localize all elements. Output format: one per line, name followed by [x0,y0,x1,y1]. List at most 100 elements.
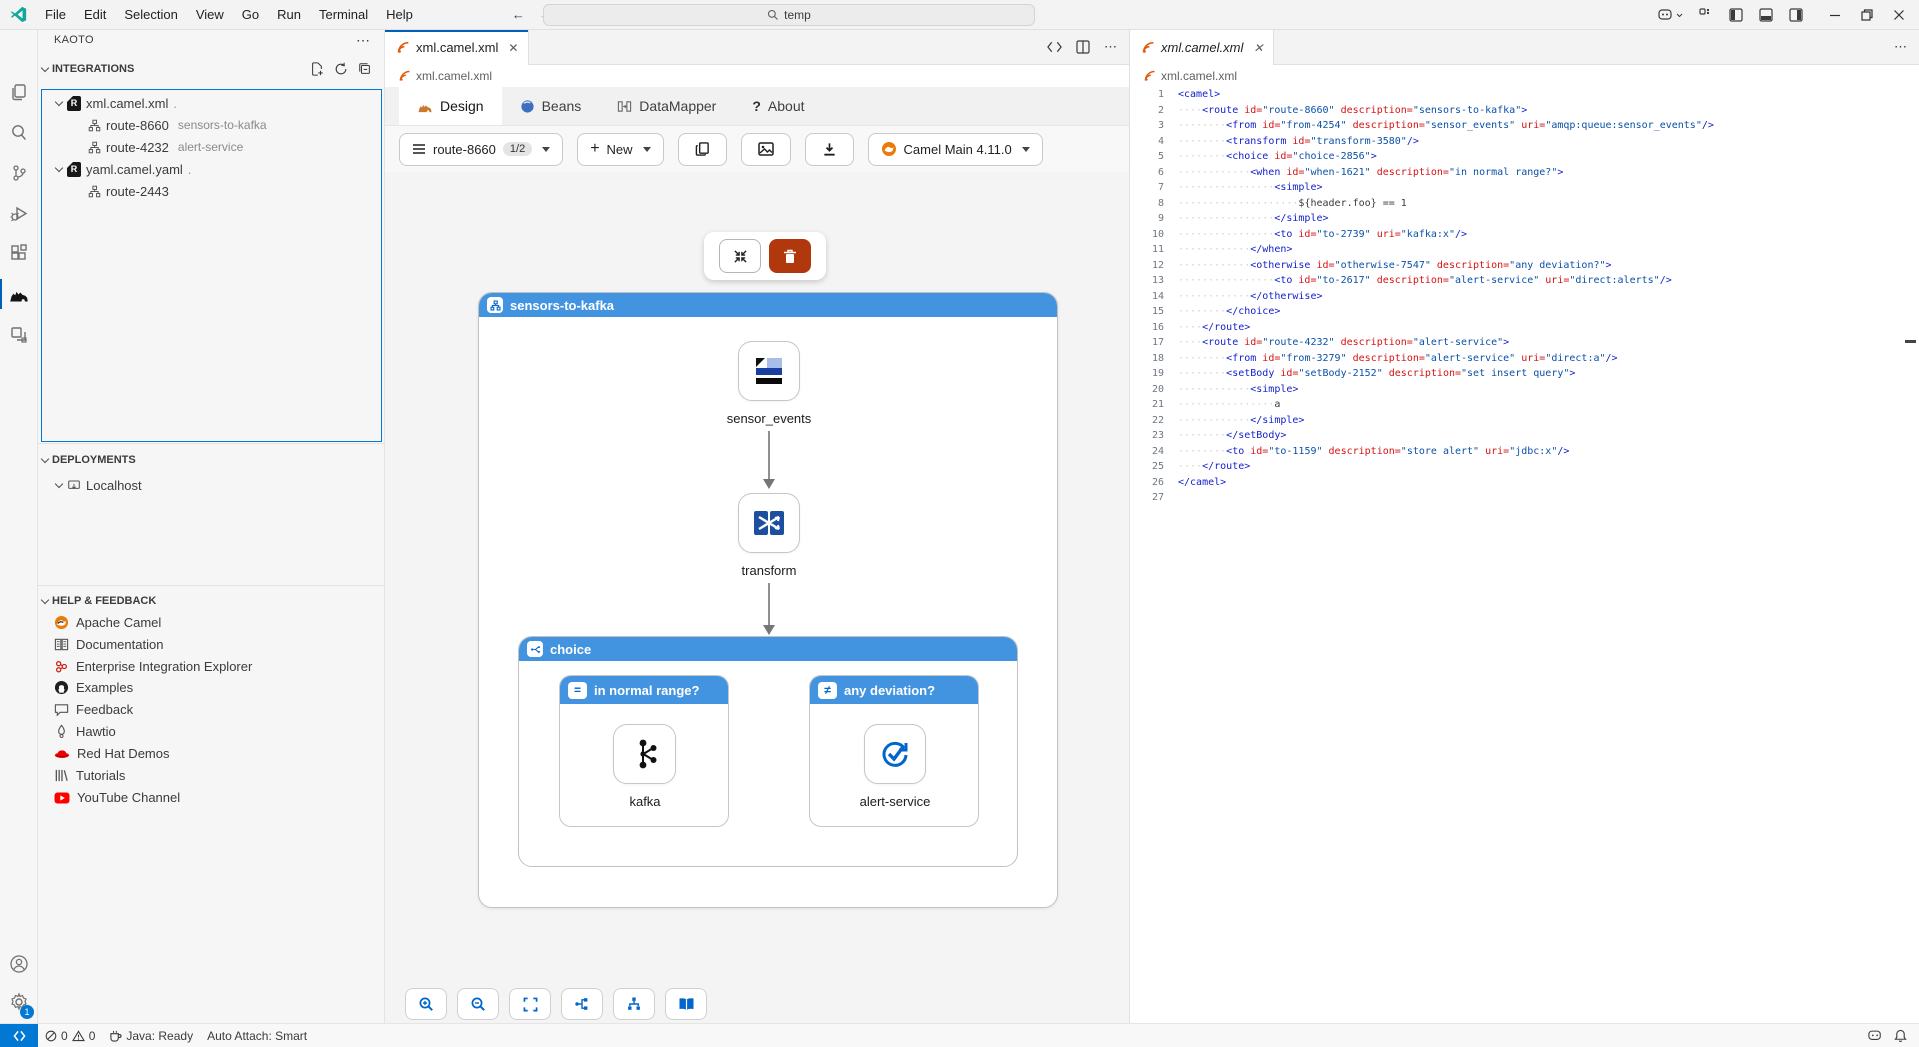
menu-file[interactable]: File [36,4,75,26]
code-line[interactable]: 24········<to id="to-1159" description="… [1130,444,1919,460]
accounts-icon[interactable] [0,945,38,983]
help-item-tutorials[interactable]: Tutorials [54,765,378,786]
panel-more-actions-icon[interactable]: ⋯ [356,32,370,49]
code-line[interactable]: 23········</setBody> [1130,428,1919,444]
help-item-youtube-channel[interactable]: YouTube Channel [54,787,378,808]
code-line[interactable]: 1<camel> [1130,87,1919,103]
split-editor-icon[interactable] [1076,40,1090,54]
choice-header[interactable]: choice [519,637,1017,661]
deployments-section-header[interactable]: DEPLOYMENTS [42,449,380,471]
code-line[interactable]: 7················<simple> [1130,180,1919,196]
open-source-code-icon[interactable] [1047,41,1062,53]
java-status[interactable]: Java: Ready [102,1024,200,1047]
search-icon[interactable] [0,114,38,152]
help-item-apache-camel[interactable]: Apache Camel [54,612,378,633]
code-line[interactable]: 2····<route id="route-8660" description=… [1130,103,1919,119]
runtime-selector-dropdown[interactable]: Camel Main 4.11.0 [868,133,1043,166]
catalog-button[interactable] [665,988,707,1020]
code-line[interactable]: 15········</choice> [1130,304,1919,320]
otherwise-branch[interactable]: ≠ any deviation? alert-service [809,675,979,827]
back-arrow-icon[interactable]: ← [512,7,525,22]
bell-icon[interactable] [1894,1029,1907,1043]
code-line[interactable]: 26</camel> [1130,475,1919,491]
tab-datamapper[interactable]: DataMapper [599,87,734,125]
zoom-out-button[interactable] [457,988,499,1020]
remote-indicator[interactable] [0,1024,38,1047]
help-item-red-hat-demos[interactable]: Red Hat Demos [54,743,378,764]
code-line[interactable]: 17····<route id="route-4232" description… [1130,335,1919,351]
menu-run[interactable]: Run [268,4,310,26]
breadcrumb[interactable]: xml.camel.xml [385,65,1129,87]
code-line[interactable]: 6············<when id="when-1621" descri… [1130,165,1919,181]
menu-go[interactable]: Go [233,4,268,26]
zoom-in-button[interactable] [405,988,447,1020]
problems-indicator[interactable]: 0 0 [38,1024,102,1047]
code-line[interactable]: 10················<to id="to-2739" uri="… [1130,227,1919,243]
code-line[interactable]: 21················a [1130,397,1919,413]
code-line[interactable]: 12············<otherwise id="otherwise-7… [1130,258,1919,274]
node-sensor-events[interactable] [738,341,800,401]
integrations-section-header[interactable]: INTEGRATIONS [42,58,380,80]
help-item-enterprise-integration-explorer[interactable]: Enterprise Integration Explorer [54,656,378,677]
close-window-button[interactable] [1893,9,1905,21]
tab-about[interactable]: ? About [734,87,822,125]
code-line[interactable]: 14············</otherwise> [1130,289,1919,305]
menu-selection[interactable]: Selection [115,4,186,26]
download-button[interactable] [805,133,854,166]
code-line[interactable]: 18········<from id="from-3279" descripti… [1130,351,1919,367]
menu-view[interactable]: View [187,4,233,26]
when-branch-header[interactable]: = in normal range? [560,676,728,704]
tree-item-route-4232[interactable]: route-4232 alert-service [42,136,378,158]
tree-item-xml-camel-xml[interactable]: R xml.camel.xml . [42,92,378,114]
code-line[interactable]: 9················</simple> [1130,211,1919,227]
node-kafka[interactable] [613,724,676,784]
tree-item-route-8660[interactable]: route-8660 sensors-to-kafka [42,114,378,136]
settings-gear-icon[interactable]: 1 [0,983,38,1021]
extensions-icon[interactable] [0,234,38,272]
tab-xml-camel-xml[interactable]: xml.camel.xml ✕ [385,30,529,65]
refresh-icon[interactable] [334,62,348,76]
when-branch[interactable]: = in normal range? kafka [559,675,729,827]
fit-to-screen-button[interactable] [509,988,551,1020]
toggle-sidebar-icon[interactable] [1729,8,1743,22]
delete-route-button[interactable] [769,239,811,273]
route-selector-dropdown[interactable]: route-8660 1/2 [399,133,563,166]
minimize-button[interactable] [1829,9,1841,21]
source-control-icon[interactable] [0,154,38,192]
vertical-layout-button[interactable] [613,988,655,1020]
help-item-feedback[interactable]: Feedback [54,699,378,720]
code-line[interactable]: 5········<choice id="choice-2856"> [1130,149,1919,165]
copy-button[interactable] [678,133,727,166]
choice-container[interactable]: choice = in normal range? [518,636,1018,867]
customize-layout-icon[interactable] [1699,8,1713,22]
multi-window-icon[interactable] [0,316,38,354]
more-actions-icon[interactable]: ⋯ [1894,39,1907,55]
node-transform[interactable] [738,493,800,553]
help-item-examples[interactable]: Examples [54,677,378,698]
code-line[interactable]: 8····················${header.foo} == 1 [1130,196,1919,212]
tree-item-yaml-camel-yaml[interactable]: R yaml.camel.yaml . [42,158,378,180]
help-item-hawtio[interactable]: Hawtio [54,721,378,742]
new-file-icon[interactable] [310,62,324,76]
code-line[interactable]: 20············<simple> [1130,382,1919,398]
tree-item-localhost[interactable]: Localhost [42,474,378,496]
run-debug-icon[interactable] [0,195,38,233]
route-container-header[interactable]: sensors-to-kafka [479,293,1057,317]
new-route-button[interactable]: + New [577,133,663,166]
xml-source-editor[interactable]: 1<camel>2····<route id="route-8660" desc… [1130,87,1919,1023]
horizontal-layout-button[interactable] [561,988,603,1020]
toggle-panel-icon[interactable] [1759,8,1773,22]
more-actions-icon[interactable]: ⋯ [1104,39,1117,55]
menu-edit[interactable]: Edit [75,4,115,26]
code-line[interactable]: 11············</when> [1130,242,1919,258]
node-alert-service[interactable] [864,724,926,784]
help-item-documentation[interactable]: Documentation [54,634,378,655]
code-line[interactable]: 13················<to id="to-2617" descr… [1130,273,1919,289]
tab-xml-camel-xml-preview[interactable]: xml.camel.xml ✕ [1130,30,1274,65]
copilot-icon[interactable] [1658,8,1683,22]
collapse-all-icon[interactable] [358,62,372,76]
copilot-status-icon[interactable] [1868,1029,1882,1042]
breadcrumb[interactable]: xml.camel.xml [1130,65,1919,87]
tab-design[interactable]: Design [399,87,502,125]
code-line[interactable]: 16····</route> [1130,320,1919,336]
